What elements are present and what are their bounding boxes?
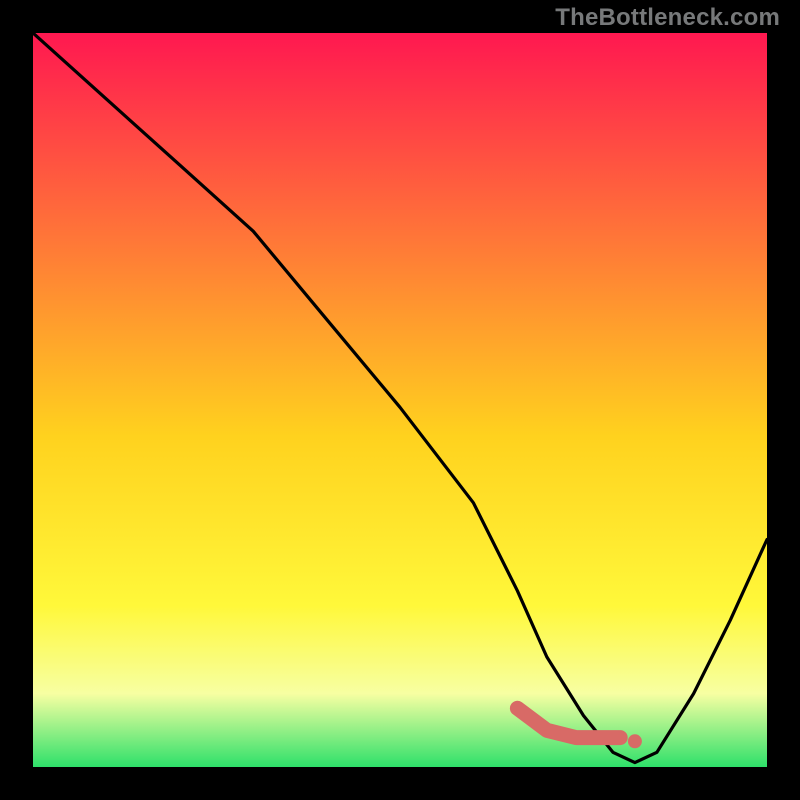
plot-area: [33, 33, 767, 767]
chart-svg: [33, 33, 767, 767]
optimum-marker-dots: [628, 734, 642, 748]
marker-dot: [628, 734, 642, 748]
watermark-text: TheBottleneck.com: [555, 4, 780, 32]
gradient-background: [33, 33, 767, 767]
chart-frame: TheBottleneck.com: [0, 0, 800, 800]
